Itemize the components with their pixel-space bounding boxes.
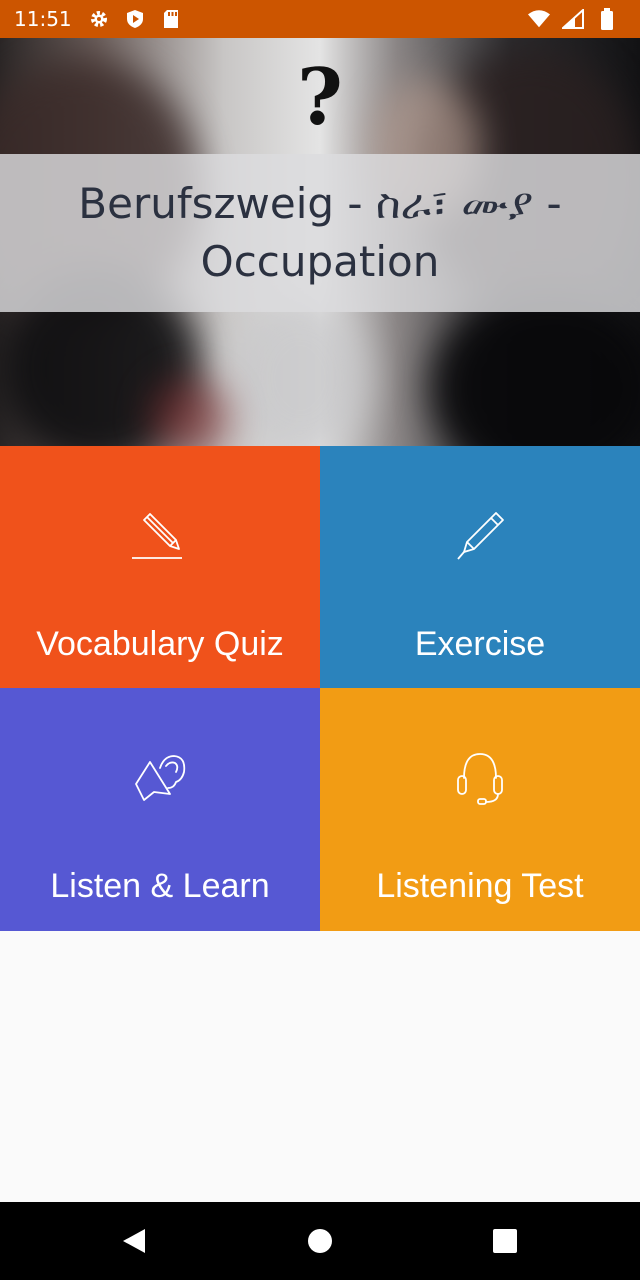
battery-icon xyxy=(596,8,618,30)
exercise-button[interactable]: Exercise xyxy=(320,446,640,688)
wifi-icon xyxy=(528,8,550,30)
vocabulary-quiz-label: Vocabulary Quiz xyxy=(36,625,284,663)
listening-test-button[interactable]: Listening Test xyxy=(320,688,640,931)
sd-card-icon xyxy=(160,8,182,30)
home-icon[interactable] xyxy=(305,1226,335,1256)
play-protect-icon xyxy=(124,8,146,30)
listening-test-label: Listening Test xyxy=(376,867,584,905)
navigation-bar xyxy=(0,1202,640,1280)
headset-icon xyxy=(457,753,503,805)
exercise-label: Exercise xyxy=(414,625,546,663)
menu-grid: Vocabulary Quiz Exercise Listen & Learn xyxy=(0,446,640,931)
back-icon[interactable] xyxy=(119,1226,149,1256)
listen-and-learn-button[interactable]: Listen & Learn xyxy=(0,688,320,931)
status-time: 11:51 xyxy=(14,7,72,31)
vocabulary-quiz-button[interactable]: Vocabulary Quiz xyxy=(0,446,320,688)
page-title: Berufszweig - ስራ፣ ሙያ - Occupation xyxy=(78,179,562,286)
title-band: Berufszweig - ስራ፣ ሙያ - Occupation xyxy=(0,154,640,312)
signal-icon xyxy=(562,8,584,30)
listen-and-learn-label: Listen & Learn xyxy=(50,867,270,905)
question-mark-icon: ? xyxy=(297,52,343,143)
pencil-icon xyxy=(457,512,504,560)
status-bar: 11:51 xyxy=(0,0,640,38)
recent-apps-icon[interactable] xyxy=(490,1226,520,1256)
hero-background-shape xyxy=(150,378,230,446)
hero-background-shape xyxy=(230,298,370,446)
speaker-ear-icon xyxy=(135,755,186,801)
hero-banner: ? Berufszweig - ስራ፣ ሙያ - Occupation xyxy=(0,38,640,446)
gear-icon xyxy=(88,8,110,30)
pencil-writing-icon xyxy=(132,513,182,559)
